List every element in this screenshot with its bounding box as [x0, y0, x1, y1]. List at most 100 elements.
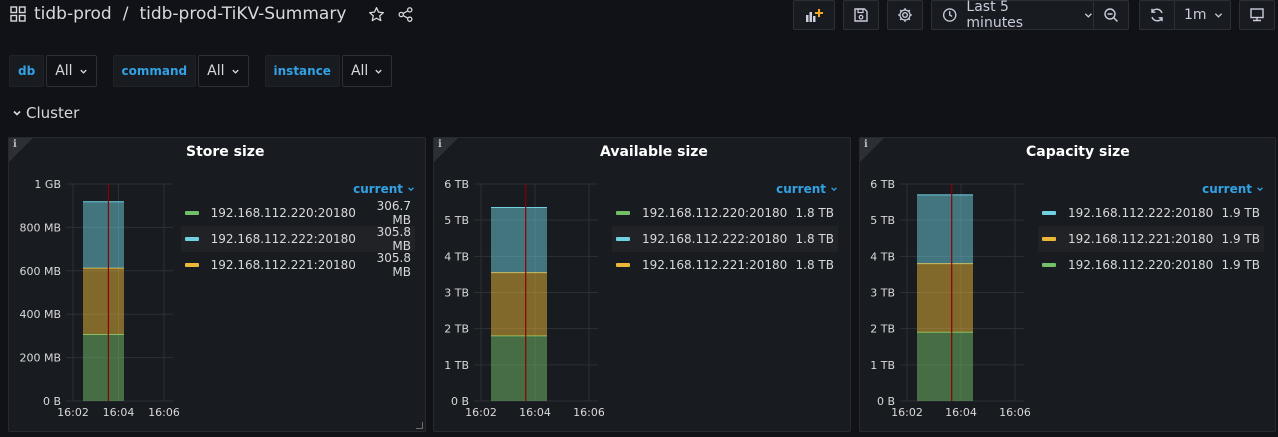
zoom-out-button[interactable] [1093, 0, 1129, 30]
refresh-button[interactable] [1139, 0, 1175, 30]
area-segment [491, 272, 547, 336]
legend-series-name: 192.168.112.221:20180 [1068, 232, 1214, 246]
chevron-down-icon [79, 69, 87, 74]
refresh-icon [1151, 8, 1163, 22]
area-segment [917, 263, 973, 333]
row-header-cluster[interactable]: Cluster [12, 104, 79, 122]
x-tick-label: 16:04 [519, 406, 551, 419]
save-dashboard-button[interactable] [843, 0, 879, 30]
legend-item[interactable]: 192.168.112.220:20180 306.7 MB [181, 199, 415, 227]
variable-select-instance[interactable]: All [341, 55, 393, 87]
legend-header-label: current [776, 182, 826, 196]
y-tick-label: 1 GB [34, 178, 61, 191]
y-tick-label: 1 TB [444, 359, 469, 372]
legend-item[interactable]: 192.168.112.221:20180 1.9 TB [1038, 226, 1264, 252]
time-range-picker[interactable]: Last 5 minutes [931, 0, 1094, 31]
chevron-down-icon [1257, 187, 1263, 192]
y-tick-label: 4 TB [444, 250, 469, 263]
info-icon[interactable]: i [864, 139, 868, 150]
chevron-down-icon [231, 69, 239, 74]
panel-legend: current 192.168.112.220:20180 1.8 TB 192… [612, 182, 838, 278]
y-tick-label: 5 TB [444, 214, 469, 227]
refresh-interval-label: 1m [1184, 7, 1207, 23]
add-panel-icon [806, 9, 823, 22]
legend-series-value: 1.8 TB [795, 232, 834, 246]
tv-mode-button[interactable] [1239, 0, 1275, 30]
legend-swatch [185, 263, 199, 267]
add-panel-button[interactable] [793, 0, 835, 30]
area-segment [917, 332, 973, 401]
legend-series-name: 192.168.112.220:20180 [210, 206, 356, 220]
legend-header-label: current [353, 182, 403, 196]
legend-series-name: 192.168.112.221:20180 [642, 258, 788, 272]
legend-item[interactable]: 192.168.112.222:20180 305.8 MB [181, 225, 415, 253]
legend-series-value: 305.8 MB [376, 225, 411, 253]
variable-select-command[interactable]: All [198, 55, 249, 87]
y-tick-label: 600 MB [19, 265, 61, 278]
legend-series-name: 192.168.112.222:20180 [1068, 206, 1214, 220]
monitor-icon [1250, 8, 1264, 22]
legend-item[interactable]: 192.168.112.222:20180 1.8 TB [612, 226, 838, 252]
breadcrumb: tidb-prod / tidb-prod-TiKV-Summary [10, 4, 414, 24]
panel-title[interactable]: Store size [186, 144, 264, 160]
legend-series-name: 192.168.112.220:20180 [1068, 258, 1214, 272]
legend-sort-header[interactable]: current [181, 182, 415, 196]
legend-swatch [185, 211, 199, 215]
panel-title[interactable]: Capacity size [1026, 144, 1130, 160]
panel-graph-available-size[interactable]: 0 B1 TB2 TB3 TB4 TB5 TB6 TB16:02 16:04 16:… [434, 168, 604, 430]
zoom-out-icon [1104, 8, 1119, 23]
y-tick-label: 3 TB [870, 287, 895, 300]
panel-capacity-size[interactable]: i Capacity size 0 B1 TB 2 TB 3 TB 4 TB 5 TB 6… [859, 137, 1276, 432]
row-title: Cluster [26, 104, 80, 122]
y-tick-label: 6 TB [870, 178, 895, 191]
area-segment [83, 334, 124, 401]
dashboards-grid-icon[interactable] [10, 6, 26, 22]
panel-legend: current 192.168.112.220:20180 306.7 MB 1… [181, 182, 415, 279]
legend-series-name: 192.168.112.220:20180 [642, 206, 788, 220]
refresh-interval-picker[interactable]: 1m [1174, 0, 1231, 30]
area-segment [491, 207, 547, 273]
dashboard-title[interactable]: tidb-prod-TiKV-Summary [139, 4, 346, 24]
panel-available-size[interactable]: i Available size 0 B1 TB 2 TB 3 TB 4 TB 5 TB… [433, 137, 851, 432]
panel-graph-store-size[interactable]: 0 B200 MB400 MB600 MB800 MB1 GB16:02 16:0… [9, 168, 179, 430]
variable-label-db: db [9, 55, 45, 87]
star-icon[interactable] [368, 6, 385, 23]
x-tick-label: 16:02 [465, 406, 497, 419]
chevron-down-icon [13, 110, 21, 116]
info-icon[interactable]: i [438, 139, 442, 150]
legend-series-name: 192.168.112.222:20180 [642, 232, 788, 246]
variable-label-instance: instance [264, 55, 340, 87]
area-segment [917, 194, 973, 264]
breadcrumb-folder[interactable]: tidb-prod [34, 4, 112, 24]
panel-resize-handle[interactable] [416, 422, 423, 429]
variable-select-db[interactable]: All [46, 55, 97, 87]
panel-title[interactable]: Available size [600, 144, 708, 160]
legend-item[interactable]: 192.168.112.220:20180 1.9 TB [1038, 252, 1264, 278]
panel-store-size[interactable]: i Store size 0 B 200 MB 400 MB 600 MB 800 MB… [8, 137, 426, 432]
legend-item[interactable]: 192.168.112.221:20180 305.8 MB [181, 251, 415, 279]
chevron-down-icon [1085, 12, 1093, 18]
template-variables-bar: db All command All instance All [9, 55, 408, 87]
legend-sort-header[interactable]: current [612, 182, 838, 196]
legend-item[interactable]: 192.168.112.220:20180 1.8 TB [612, 200, 838, 226]
area-segment [83, 201, 124, 269]
x-tick-label: 16:02 [57, 406, 89, 419]
legend-item[interactable]: 192.168.112.221:20180 1.8 TB [612, 252, 838, 278]
dashboard-settings-button[interactable] [887, 0, 923, 30]
y-tick-label: 5 TB [870, 214, 895, 227]
legend-swatch [1042, 211, 1056, 215]
share-icon[interactable] [397, 6, 414, 23]
chevron-down-icon [831, 187, 837, 192]
y-tick-label: 2 TB [444, 323, 469, 336]
legend-sort-header[interactable]: current [1038, 182, 1264, 196]
legend-item[interactable]: 192.168.112.222:20180 1.9 TB [1038, 200, 1264, 226]
panel-graph-capacity-size[interactable]: 0 B1 TB2 TB3 TB4 TB5 TB6 TB16:02 16:04 16:… [860, 168, 1030, 430]
legend-swatch [185, 237, 199, 241]
breadcrumb-separator: / [122, 4, 129, 24]
y-tick-label: 6 TB [444, 178, 469, 191]
info-icon[interactable]: i [13, 139, 17, 150]
legend-series-value: 1.9 TB [1221, 232, 1260, 246]
variable-value-command: All [207, 63, 225, 79]
y-tick-label: 200 MB [19, 352, 61, 365]
variable-label-command: command [112, 55, 197, 87]
